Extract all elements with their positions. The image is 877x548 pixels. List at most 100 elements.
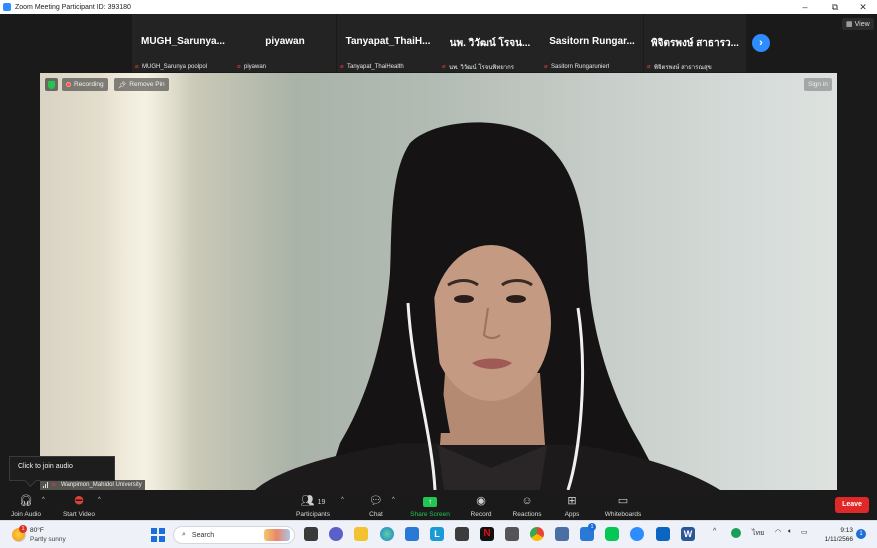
start-video-button[interactable]: ⛔︎ Start Video (54, 492, 104, 519)
participant-label: ⌀ นพ. วิวัฒน์ โรจนพิทยากร (442, 63, 515, 71)
apps-button[interactable]: ⊞ Apps (547, 492, 597, 519)
participant-label: ⌀ MUGH_Sarunya poolpol (135, 63, 208, 70)
store-icon[interactable] (405, 527, 419, 541)
video-off-icon: ⛔︎ (74, 495, 84, 507)
participant-name: Tanyapat_ThaiH... (345, 36, 431, 47)
task-view-icon[interactable] (304, 527, 318, 541)
mic-muted-icon: ⌀ (647, 63, 651, 70)
weather-badge: 1 (19, 525, 27, 533)
main-video[interactable]: Recording 📌︎ Remove Pin Sign in (40, 73, 837, 490)
chrome-icon[interactable] (530, 527, 544, 541)
participant-tile[interactable]: MUGH_Sarunya... ⌀ MUGH_Sarunya poolpol (132, 14, 234, 72)
weather-condition: Partly sunny (30, 536, 66, 543)
record-button[interactable]: ◉ Record (456, 492, 506, 519)
word-icon[interactable]: W (681, 527, 695, 541)
minimize-button[interactable]: – (792, 0, 818, 14)
mic-muted-icon: ⌀ (52, 482, 56, 488)
mic-muted-icon: ⌀ (340, 63, 344, 70)
restore-button[interactable]: ⧉ (822, 0, 848, 14)
app-icon[interactable] (555, 527, 569, 541)
grid-icon: ▦ (846, 21, 853, 28)
app-badge: 1 (588, 523, 596, 531)
close-button[interactable]: ✕ (850, 0, 876, 14)
participant-name: piyawan (265, 36, 305, 47)
security-shield-icon[interactable] (45, 78, 58, 91)
search-highlight-icon (264, 529, 290, 541)
mic-muted-icon: ⌀ (237, 63, 241, 70)
file-explorer-icon[interactable] (354, 527, 368, 541)
taskbar-search[interactable]: ⌕ Search (173, 526, 295, 544)
system-clock[interactable]: 9:13 1/11/2566 (815, 526, 853, 544)
window-title-bar: Zoom Meeting Participant ID: 393180 – ⧉ … (0, 0, 877, 14)
share-screen-icon: ↑ (405, 494, 455, 508)
record-dot-icon (66, 82, 71, 87)
speaker-icon[interactable]: 🔈︎ (788, 528, 792, 536)
app-l-icon[interactable]: L (430, 527, 444, 541)
whiteboard-icon: ▭ (617, 495, 629, 507)
zoom-logo-icon (3, 3, 11, 11)
participant-tile[interactable]: พิจิตรพงษ์ สาธารว... ⌀ พิจิตรพงษ์ สาธารณส… (644, 14, 746, 72)
chat-options-caret[interactable]: ^ (392, 497, 395, 503)
weather-temperature: 80°F (30, 527, 44, 534)
notification-badge[interactable]: 1 (856, 529, 866, 539)
zoom-icon[interactable] (630, 527, 644, 541)
edge-browser-icon[interactable] (380, 527, 394, 541)
wifi-icon[interactable]: ◠ (775, 528, 781, 536)
view-button[interactable]: ▦ View (842, 18, 874, 30)
participant-tile[interactable]: Sasitorn Rungar... ⌀ Sasitorn Rungarunier… (541, 14, 643, 72)
remove-pin-button[interactable]: 📌︎ Remove Pin (114, 78, 169, 91)
participants-options-caret[interactable]: ^ (341, 497, 344, 503)
participant-name: Sasitorn Rungar... (549, 36, 635, 47)
leave-button[interactable]: Leave (835, 497, 869, 513)
weather-widget[interactable]: 1 80°F Partly sunny (10, 524, 90, 546)
participant-name: MUGH_Sarunya... (141, 36, 225, 47)
record-icon: ◉ (476, 495, 486, 507)
recording-indicator[interactable]: Recording (62, 78, 108, 91)
language-indicator[interactable]: ไทย (752, 528, 764, 539)
pin-icon: 📌︎ (118, 81, 127, 89)
app-icon[interactable] (505, 527, 519, 541)
start-button-icon[interactable] (151, 528, 165, 542)
tray-app-icon[interactable] (731, 528, 741, 538)
windows-taskbar: 1 80°F Partly sunny ⌕ Search L N 1 W ^ ไ… (0, 520, 877, 548)
participant-label: ⌀ Tanyapat_ThaiHealth (340, 63, 404, 70)
participant-strip: MUGH_Sarunya... ⌀ MUGH_Sarunya poolpol pi… (0, 14, 877, 73)
speaker-name-label: ⌀ Wanpimon_Mahidol University (40, 480, 145, 490)
terminal-icon[interactable] (455, 527, 469, 541)
app-icon[interactable]: 1 (580, 523, 596, 541)
share-screen-button[interactable]: ↑ Share Screen (405, 492, 455, 519)
teams-chat-icon[interactable] (329, 527, 343, 541)
netflix-icon[interactable]: N (480, 527, 494, 541)
tray-chevron-icon[interactable]: ^ (713, 528, 716, 535)
participant-tile[interactable]: piyawan ⌀ piyawan (234, 14, 336, 72)
signal-bars-icon (43, 482, 48, 488)
participants-button[interactable]: 👥︎ 19 Participants (288, 492, 338, 519)
participants-icon: 👥︎ 19 (300, 495, 326, 507)
meeting-toolbar: 🎧︎ Join Audio ^ ⛔︎ Start Video ^ 👥︎ 19 P… (0, 490, 877, 520)
battery-icon[interactable]: ▭ (801, 528, 808, 536)
participant-name: พิจิตรพงษ์ สาธารว... (651, 38, 739, 49)
participant-tile[interactable]: Tanyapat_ThaiH... ⌀ Tanyapat_ThaiHealth (337, 14, 439, 72)
participant-name: นพ. วิวัฒน์ โรจน... (449, 38, 531, 49)
mic-muted-icon: ⌀ (442, 63, 446, 70)
join-audio-tooltip: Click to join audio (9, 456, 115, 481)
apps-icon: ⊞ (567, 495, 577, 507)
reactions-button[interactable]: ☺ Reactions (502, 492, 552, 519)
mic-muted-icon: ⌀ (135, 63, 139, 70)
search-icon: ⌕ (182, 531, 186, 538)
participant-tile[interactable]: นพ. วิวัฒน์ โรจน... ⌀ นพ. วิวัฒน์ โรจนพิท… (439, 14, 541, 72)
speaker-video-person (255, 122, 720, 490)
app-icon[interactable] (656, 527, 670, 541)
audio-options-caret[interactable]: ^ (42, 497, 45, 503)
window-title: Zoom Meeting Participant ID: 393180 (15, 3, 131, 11)
next-participants-button[interactable]: › (752, 34, 770, 52)
participant-label: ⌀ piyawan (237, 63, 267, 70)
line-icon[interactable] (605, 527, 619, 541)
reactions-icon: ☺ (521, 495, 533, 507)
participant-label: ⌀ Sasitorn Rungaruniert (544, 63, 610, 70)
sign-in-button[interactable]: Sign in (804, 78, 832, 91)
participant-label: ⌀ พิจิตรพงษ์ สาธารณสุข (647, 63, 712, 71)
video-options-caret[interactable]: ^ (98, 497, 101, 503)
mic-muted-icon: ⌀ (544, 63, 548, 70)
whiteboards-button[interactable]: ▭ Whiteboards (598, 492, 648, 519)
